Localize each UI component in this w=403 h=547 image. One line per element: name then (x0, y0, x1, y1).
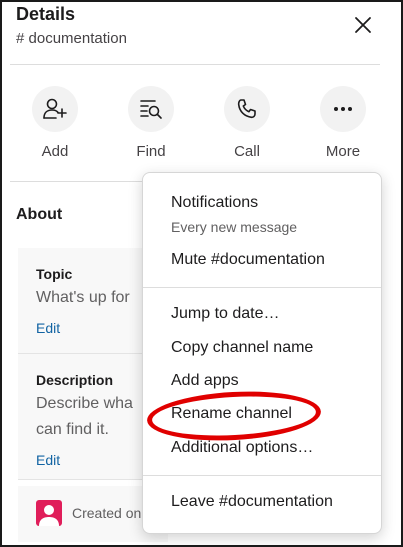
menu-item-mute[interactable]: Mute #documentation (171, 251, 325, 269)
menu-divider (143, 475, 381, 476)
channel-name: # documentation (16, 30, 127, 47)
close-button[interactable] (350, 12, 376, 38)
notifications-subtext: Every new message (171, 219, 298, 235)
menu-item-leave-channel[interactable]: Leave #documentation (171, 493, 333, 511)
menu-item-add-apps[interactable]: Add apps (171, 372, 239, 390)
topic-text: What's up for (36, 289, 130, 306)
add-button[interactable]: Add (20, 86, 90, 160)
user-silhouette-icon (39, 505, 59, 526)
created-text: Created on (72, 505, 142, 521)
description-edit-link[interactable]: Edit (36, 452, 60, 468)
menu-divider (143, 287, 381, 288)
menu-item-copy-channel-name[interactable]: Copy channel name (171, 339, 313, 357)
topic-edit-link[interactable]: Edit (36, 320, 60, 336)
header-divider (10, 64, 380, 65)
call-circle (224, 86, 270, 132)
description-label: Description (36, 372, 114, 388)
more-circle (320, 86, 366, 132)
more-label: More (325, 143, 361, 160)
more-button[interactable]: More (308, 86, 378, 160)
menu-item-jump-to-date[interactable]: Jump to date… (171, 305, 280, 323)
description-text-line1: Describe wha (36, 395, 133, 412)
menu-item-rename-channel[interactable]: Rename channel (171, 405, 292, 423)
close-icon (355, 17, 371, 33)
menu-item-additional-options[interactable]: Additional options… (171, 439, 313, 457)
find-label: Find (136, 143, 166, 160)
add-label: Add (41, 143, 69, 160)
call-label: Call (234, 143, 260, 160)
more-menu: Notifications Every new message Mute #do… (142, 172, 382, 534)
search-list-icon (140, 100, 162, 119)
panel-header: Details # documentation (2, 2, 401, 64)
find-circle (128, 86, 174, 132)
about-heading: About (16, 206, 63, 223)
add-circle (32, 86, 78, 132)
action-row: Add Find Call More (2, 86, 401, 176)
topic-label: Topic (36, 266, 73, 282)
description-text-line2: can find it. (36, 421, 109, 438)
add-person-icon (43, 98, 67, 119)
avatar (36, 500, 62, 526)
call-button[interactable]: Call (212, 86, 282, 160)
phone-icon (237, 99, 256, 119)
menu-item-notifications[interactable]: Notifications (171, 194, 258, 212)
find-button[interactable]: Find (116, 86, 186, 160)
more-icon (334, 107, 352, 111)
details-panel: Details # documentation Add Find Call Mo… (0, 0, 403, 547)
panel-title: Details (16, 4, 76, 24)
